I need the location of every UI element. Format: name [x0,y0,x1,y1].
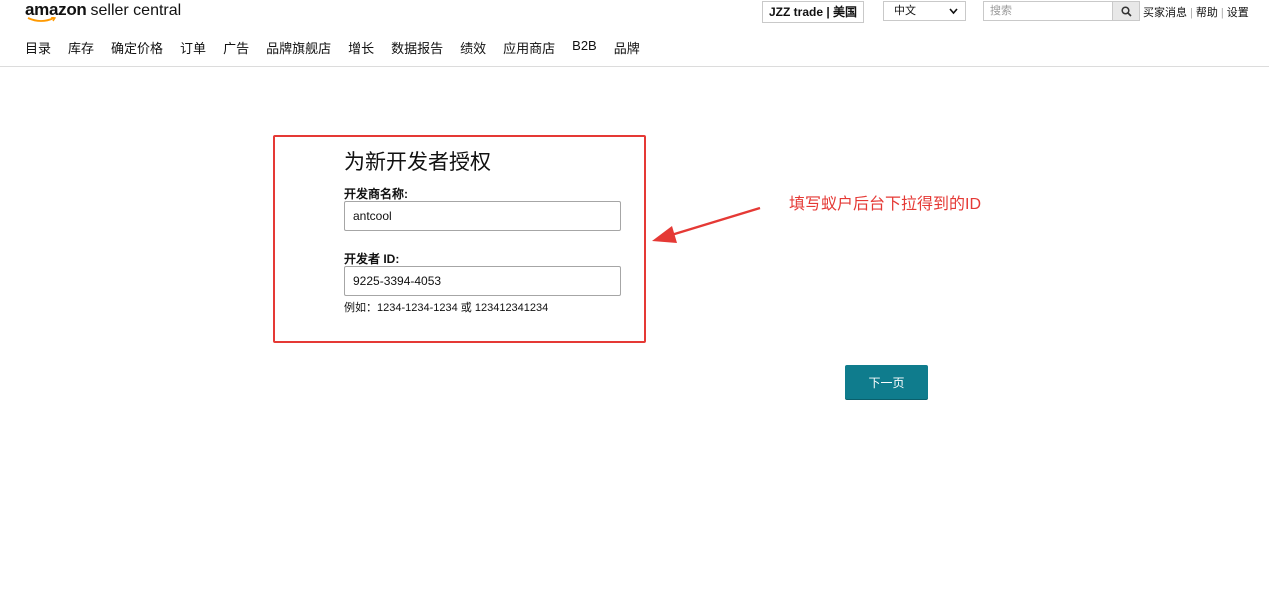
link-divider: | [1190,7,1193,19]
page-title: 为新开发者授权 [344,151,491,174]
store-selector[interactable]: JZZ trade | 美国 [762,1,865,23]
chevron-down-icon [949,2,958,27]
search-icon [1120,5,1132,17]
help-link[interactable]: 帮助 [1196,7,1218,19]
developer-id-input[interactable] [344,266,621,296]
nav-item-growth[interactable]: 增长 [348,38,374,57]
language-select[interactable]: 中文 [883,1,966,21]
top-links: 买家消息 | 帮助 | 设置 [1143,4,1249,20]
developer-name-input[interactable] [344,201,621,231]
page: amazon seller central JZZ trade | 美国 中文 … [0,0,1269,594]
buyer-messages-link[interactable]: 买家消息 [1143,7,1187,19]
nav-item-brands[interactable]: 品牌 [614,38,640,57]
developer-id-hint: 例如：1234-1234-1234 或 123412341234 [344,302,549,314]
main-nav: 目录 库存 确定价格 订单 广告 品牌旗舰店 增长 数据报告 绩效 应用商店 B… [25,38,657,57]
annotation-arrow-icon [652,206,761,243]
search-input[interactable] [983,1,1113,21]
nav-item-pricing[interactable]: 确定价格 [111,38,163,57]
logo-suffix: seller central [90,2,182,19]
nav-item-orders[interactable]: 订单 [180,38,206,57]
nav-item-reports[interactable]: 数据报告 [391,38,443,57]
amazon-smile-icon [27,17,57,22]
annotation-text: 填写蚁户后台下拉得到的ID [789,196,982,213]
developer-name-label: 开发商名称: [344,187,408,201]
next-page-button[interactable]: 下一页 [845,365,928,399]
nav-item-catalog[interactable]: 目录 [25,38,51,57]
search-button[interactable] [1112,1,1140,21]
developer-id-label: 开发者 ID: [344,252,400,266]
nav-item-b2b[interactable]: B2B [572,38,597,57]
top-header: amazon seller central JZZ trade | 美国 中文 … [0,0,1269,67]
nav-item-advertising[interactable]: 广告 [223,38,249,57]
nav-item-appstore[interactable]: 应用商店 [503,38,555,57]
link-divider: | [1220,7,1224,19]
nav-item-stores[interactable]: 品牌旗舰店 [266,38,331,57]
language-select-value: 中文 [894,5,916,17]
nav-item-inventory[interactable]: 库存 [68,38,94,57]
settings-link[interactable]: 设置 [1227,7,1249,19]
nav-item-performance[interactable]: 绩效 [460,38,486,57]
